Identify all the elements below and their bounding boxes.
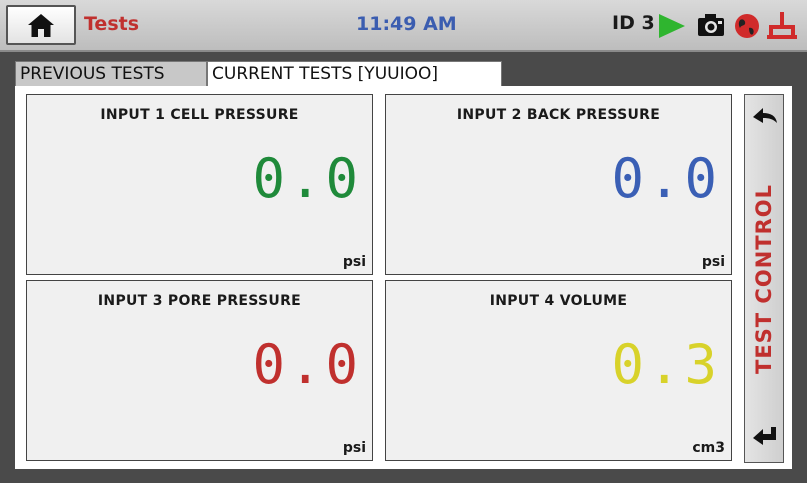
input-4-value: 0.3 — [611, 333, 721, 396]
test-control-button[interactable]: TEST CONTROL — [744, 94, 784, 463]
input-3-title: INPUT 3 PORE PRESSURE — [97, 293, 302, 309]
clock: 11:49 AM — [356, 13, 457, 35]
home-icon — [28, 14, 54, 37]
page-title: Tests — [84, 13, 140, 35]
play-icon[interactable] — [657, 12, 687, 40]
input-2-unit: psi — [701, 254, 725, 270]
camera-icon[interactable] — [697, 13, 725, 37]
input-2-title: INPUT 2 BACK PRESSURE — [456, 107, 661, 123]
input-4-title: INPUT 4 VOLUME — [489, 293, 628, 309]
input-3-card[interactable]: INPUT 3 PORE PRESSURE 0.0 psi — [26, 280, 373, 461]
input-1-card[interactable]: INPUT 1 CELL PRESSURE 0.0 psi — [26, 94, 373, 275]
device-id: ID 3 — [612, 12, 655, 34]
input-1-unit: psi — [342, 254, 366, 270]
tests-panel: INPUT 1 CELL PRESSURE 0.0 psi INPUT 2 BA… — [15, 86, 792, 469]
home-button[interactable] — [6, 5, 76, 45]
test-control-label: TEST CONTROL — [752, 183, 776, 374]
top-bar: Tests 11:49 AM ID 3 — [0, 0, 807, 52]
return-arrow-icon — [753, 427, 776, 445]
input-2-card[interactable]: INPUT 2 BACK PRESSURE 0.0 psi — [385, 94, 732, 275]
input-2-value: 0.0 — [611, 147, 721, 210]
input-4-card[interactable]: INPUT 4 VOLUME 0.3 cm3 — [385, 280, 732, 461]
network-icon[interactable] — [766, 11, 798, 41]
input-1-title: INPUT 1 CELL PRESSURE — [100, 107, 299, 123]
tab-current-tests[interactable]: CURRENT TESTS [YUUIOO] — [207, 61, 502, 86]
input-3-unit: psi — [342, 440, 366, 456]
input-3-value: 0.0 — [252, 333, 362, 396]
globe-icon[interactable] — [734, 13, 760, 39]
input-4-unit: cm3 — [692, 440, 725, 456]
tab-previous-tests[interactable]: PREVIOUS TESTS — [15, 61, 207, 86]
back-arrow-icon — [753, 108, 777, 123]
input-1-value: 0.0 — [252, 147, 362, 210]
